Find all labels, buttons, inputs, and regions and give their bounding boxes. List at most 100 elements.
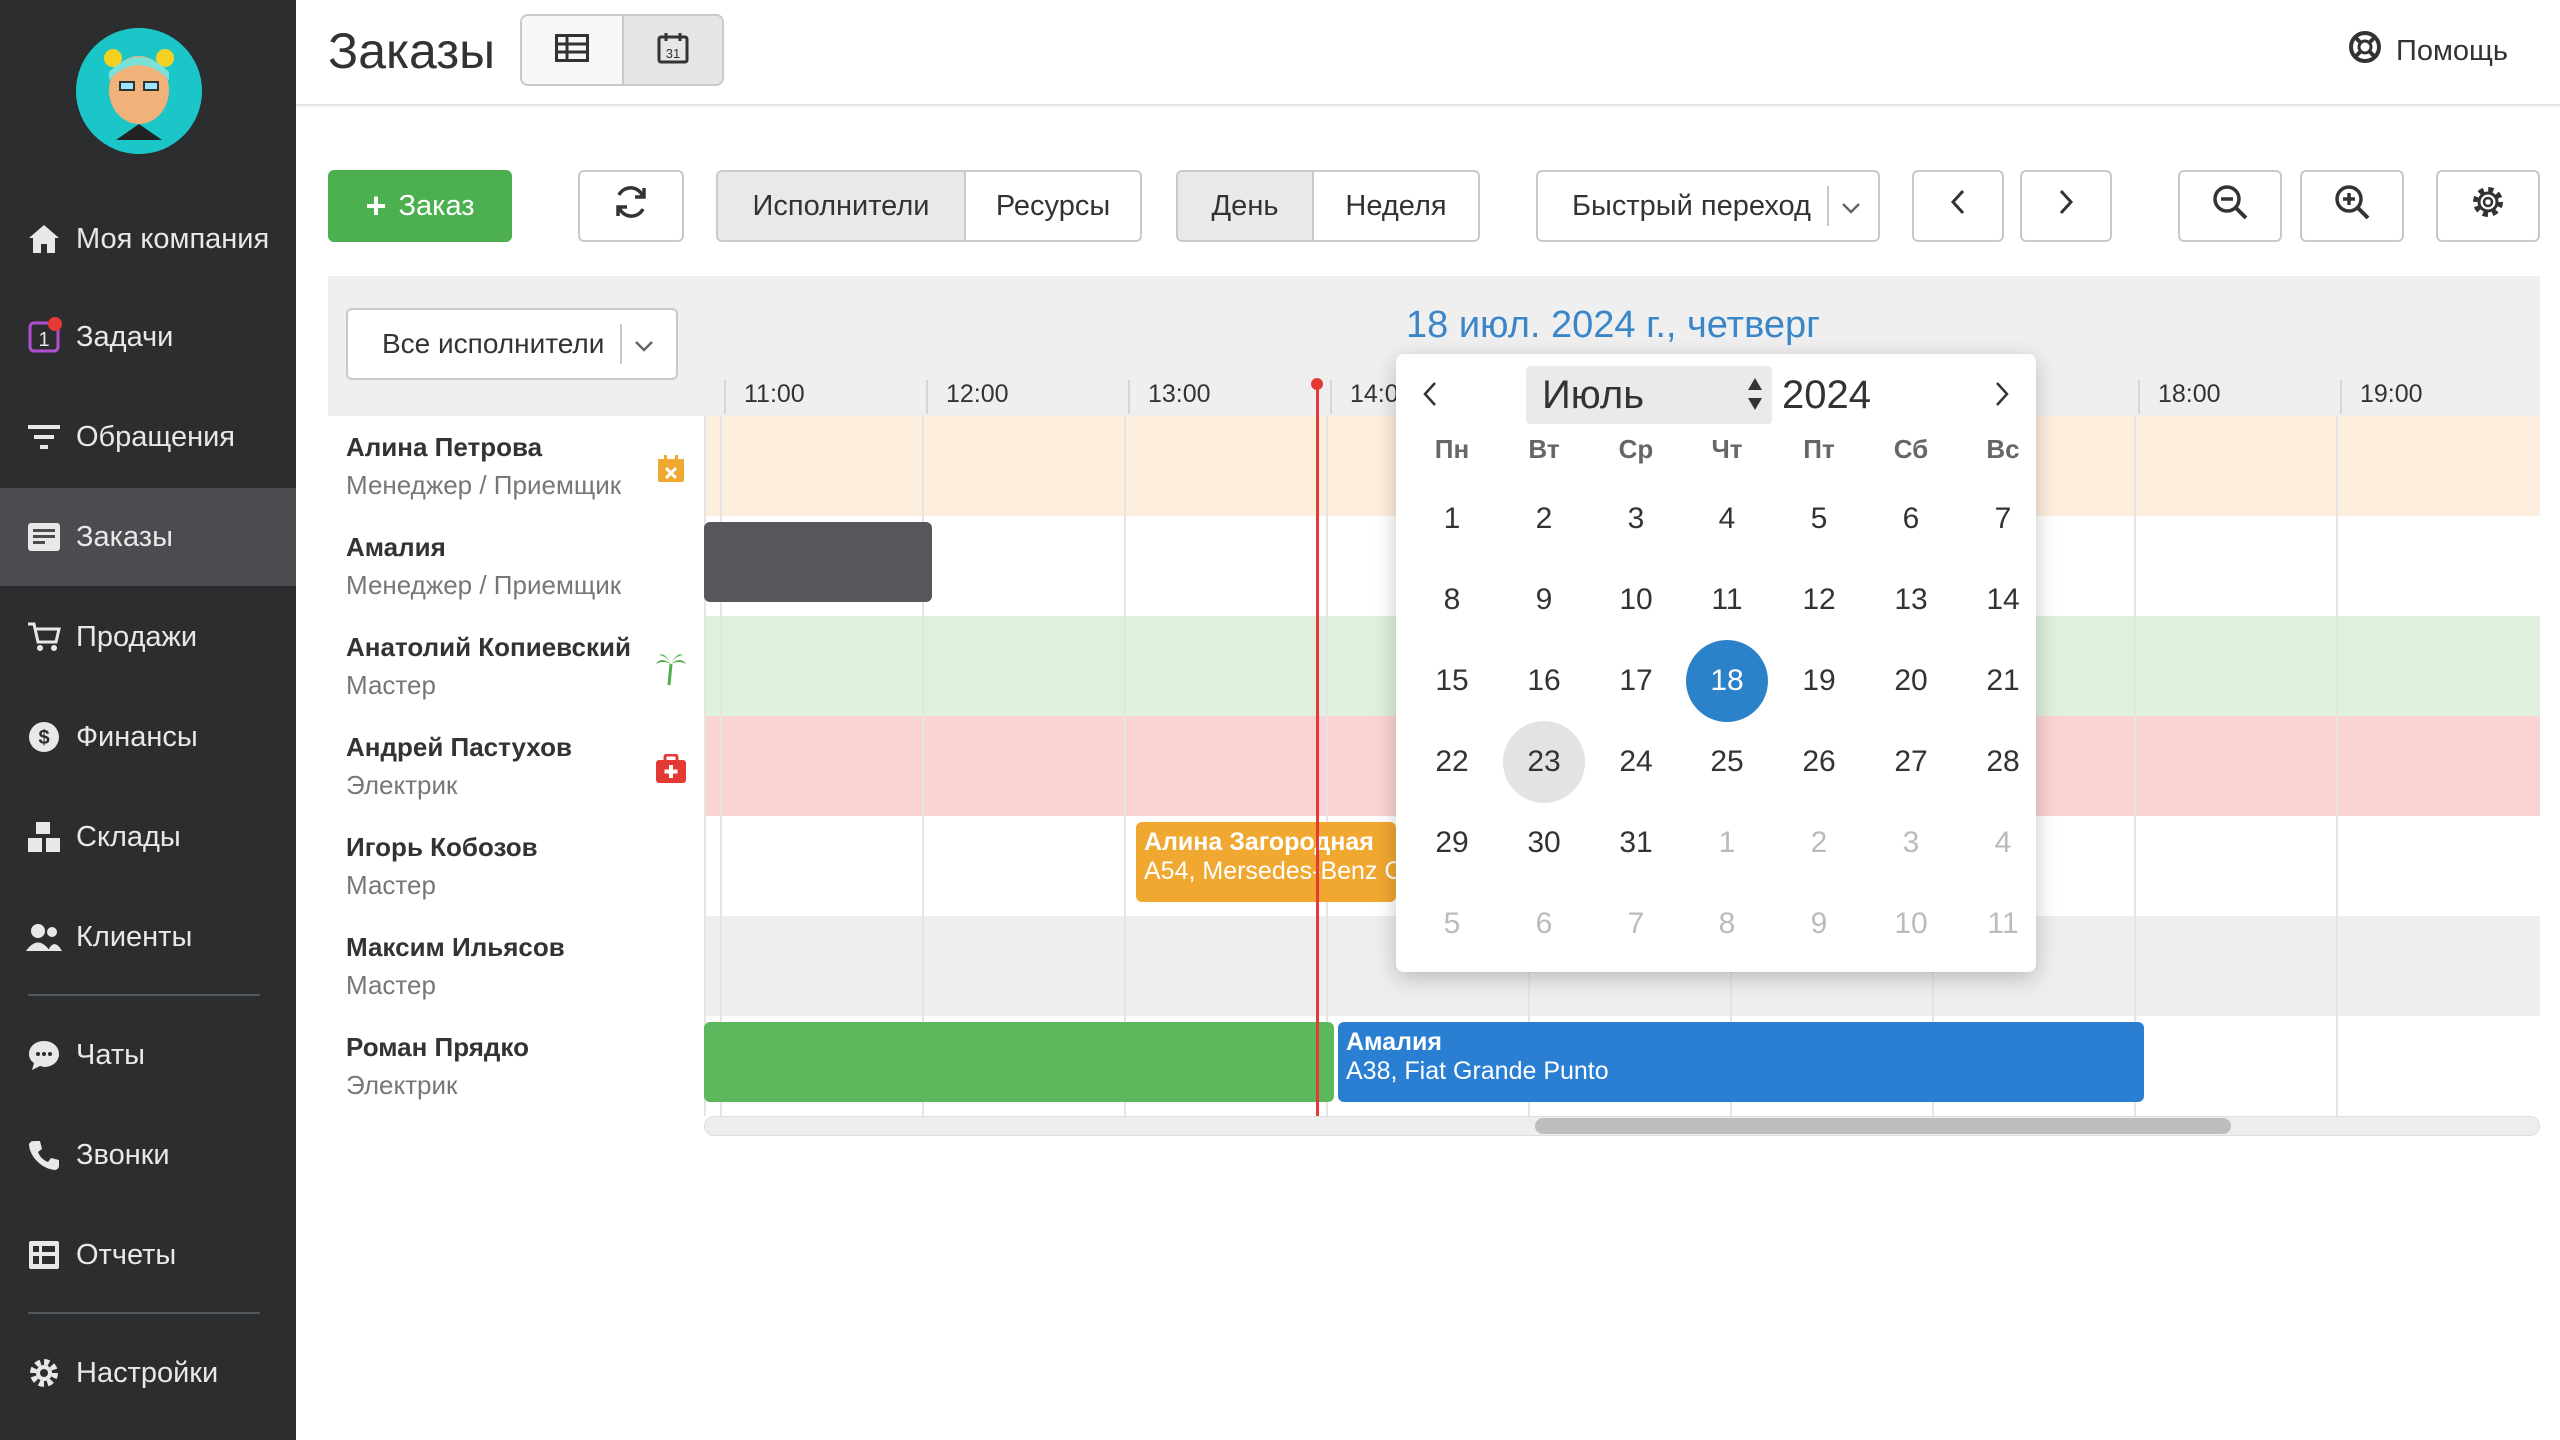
- help-link[interactable]: Помощь: [2348, 30, 2508, 72]
- calendar-day[interactable]: 27: [1870, 721, 1952, 803]
- calendar-day[interactable]: 17: [1595, 640, 1677, 722]
- settings-button[interactable]: [2436, 170, 2540, 242]
- calendar-day[interactable]: 10: [1595, 559, 1677, 641]
- performers-tab[interactable]: Исполнители: [718, 172, 964, 240]
- calendar-day[interactable]: 20: [1870, 640, 1952, 722]
- month-select[interactable]: Июль: [1526, 366, 1772, 424]
- calendar-day[interactable]: 28: [1962, 721, 2044, 803]
- sidebar-item-calls[interactable]: Звонки: [0, 1106, 296, 1204]
- calendar-day[interactable]: 15: [1411, 640, 1493, 722]
- refresh-button[interactable]: [578, 170, 684, 242]
- performer-cell[interactable]: Анатолий Копиевский Мастер: [328, 616, 704, 716]
- performer-cell[interactable]: Роман Прядко Электрик: [328, 1016, 704, 1116]
- calendar-day[interactable]: 13: [1870, 559, 1952, 641]
- performer-cell[interactable]: Алина Петрова Менеджер / Приемщик: [328, 416, 704, 516]
- calendar-day[interactable]: 12: [1778, 559, 1860, 641]
- calendar-day[interactable]: 21: [1962, 640, 2044, 722]
- calendar-day[interactable]: 5: [1778, 478, 1860, 560]
- performer-cell[interactable]: Андрей Пастухов Электрик: [328, 716, 704, 816]
- calendar-day[interactable]: 7: [1595, 883, 1677, 965]
- calendar-day[interactable]: 11: [1962, 883, 2044, 965]
- grid-line: [2336, 1016, 2338, 1116]
- performer-name: Игорь Кобозов: [346, 832, 538, 862]
- chevron-right-icon: [2057, 188, 2075, 224]
- avatar[interactable]: [76, 28, 202, 154]
- calendar-day[interactable]: 6: [1503, 883, 1585, 965]
- week-tab[interactable]: Неделя: [1312, 172, 1478, 240]
- performer-filter-dropdown[interactable]: Все исполнители: [346, 308, 678, 380]
- performer-cell[interactable]: Амалия Менеджер / Приемщик: [328, 516, 704, 616]
- sidebar-item-requests[interactable]: Обращения: [0, 388, 296, 486]
- order-event[interactable]: Алина Загородная A54, Mersedes-Benz C: [1136, 822, 1396, 902]
- grid-line: [1124, 516, 1126, 616]
- table-view-button[interactable]: [522, 16, 622, 84]
- weekday-label: Ср: [1618, 434, 1654, 464]
- calendar-day[interactable]: 7: [1962, 478, 2044, 560]
- sidebar-item-reports[interactable]: Отчеты: [0, 1206, 296, 1304]
- zoom-out-button[interactable]: [2178, 170, 2282, 242]
- sidebar-item-warehouses[interactable]: Склады: [0, 788, 296, 886]
- calendar-day[interactable]: 19: [1778, 640, 1860, 722]
- next-period-button[interactable]: [2020, 170, 2112, 242]
- order-event[interactable]: Амалия A38, Fiat Grande Punto: [1338, 1022, 2144, 1102]
- calendar-day[interactable]: 18: [1686, 640, 1768, 722]
- calendar-day[interactable]: 6: [1870, 478, 1952, 560]
- horizontal-scrollbar[interactable]: [704, 1116, 2540, 1136]
- resources-tab[interactable]: Ресурсы: [964, 172, 1140, 240]
- order-event-detail: A38, Fiat Grande Punto: [1346, 1057, 1609, 1085]
- calendar-day[interactable]: 2: [1778, 802, 1860, 884]
- prev-month-button[interactable]: [1410, 376, 1450, 416]
- orders-icon: [26, 519, 62, 555]
- calendar-day[interactable]: 5: [1411, 883, 1493, 965]
- calendar-day[interactable]: 26: [1778, 721, 1860, 803]
- sidebar-item-company[interactable]: Моя компания: [0, 190, 296, 288]
- calendar-day[interactable]: 16: [1503, 640, 1585, 722]
- calendar-day[interactable]: 29: [1411, 802, 1493, 884]
- calendar-day[interactable]: 22: [1411, 721, 1493, 803]
- add-order-button[interactable]: + Заказ: [328, 170, 512, 242]
- calendar-day[interactable]: 4: [1686, 478, 1768, 560]
- calendar-day[interactable]: 8: [1686, 883, 1768, 965]
- calendar-day[interactable]: 2: [1503, 478, 1585, 560]
- calendar-day[interactable]: 23: [1503, 721, 1585, 803]
- sidebar-item-label: Склады: [76, 820, 181, 853]
- calendar-view-button[interactable]: 31: [622, 16, 722, 84]
- scrollbar-thumb[interactable]: [1535, 1118, 2231, 1134]
- scheduler-date-heading[interactable]: 18 июл. 2024 г., четверг: [1406, 304, 1820, 347]
- next-month-button[interactable]: [1982, 376, 2022, 416]
- zoom-in-button[interactable]: [2300, 170, 2404, 242]
- calendar-day[interactable]: 9: [1778, 883, 1860, 965]
- calendar-day[interactable]: 3: [1870, 802, 1952, 884]
- performer-cell[interactable]: Максим Ильясов Мастер: [328, 916, 704, 1016]
- calendar-day[interactable]: 31: [1595, 802, 1677, 884]
- calendar-day[interactable]: 1: [1411, 478, 1493, 560]
- sidebar-item-clients[interactable]: Клиенты: [0, 888, 296, 986]
- prev-period-button[interactable]: [1912, 170, 2004, 242]
- calendar-day[interactable]: 9: [1503, 559, 1585, 641]
- calendar-x-icon: [654, 452, 688, 486]
- calendar-day[interactable]: 1: [1686, 802, 1768, 884]
- calendar-day[interactable]: 3: [1595, 478, 1677, 560]
- sidebar-item-tasks[interactable]: 1 Задачи: [0, 288, 296, 386]
- calendar-day[interactable]: 8: [1411, 559, 1493, 641]
- calendar-day[interactable]: 10: [1870, 883, 1952, 965]
- calendar-day[interactable]: 14: [1962, 559, 2044, 641]
- quick-jump-dropdown[interactable]: Быстрый переход: [1536, 170, 1880, 242]
- sidebar-item-settings[interactable]: Настройки: [0, 1324, 296, 1422]
- sidebar-item-orders[interactable]: Заказы: [0, 488, 296, 586]
- sidebar-item-finance[interactable]: $ Финансы: [0, 688, 296, 786]
- calendar-day[interactable]: 11: [1686, 559, 1768, 641]
- calendar-day[interactable]: 25: [1686, 721, 1768, 803]
- day-tab[interactable]: День: [1178, 172, 1312, 240]
- sidebar-item-label: Задачи: [76, 320, 174, 353]
- order-event[interactable]: [704, 1022, 1334, 1102]
- zoom-in-icon: [2333, 183, 2371, 229]
- order-event[interactable]: [704, 522, 932, 602]
- calendar-day[interactable]: 4: [1962, 802, 2044, 884]
- calendar-day[interactable]: 30: [1503, 802, 1585, 884]
- performer-cell[interactable]: Игорь Кобозов Мастер: [328, 816, 704, 916]
- calendar-day[interactable]: 24: [1595, 721, 1677, 803]
- year-input[interactable]: 2024: [1782, 366, 1871, 424]
- sidebar-item-chats[interactable]: Чаты: [0, 1006, 296, 1104]
- sidebar-item-sales[interactable]: Продажи: [0, 588, 296, 686]
